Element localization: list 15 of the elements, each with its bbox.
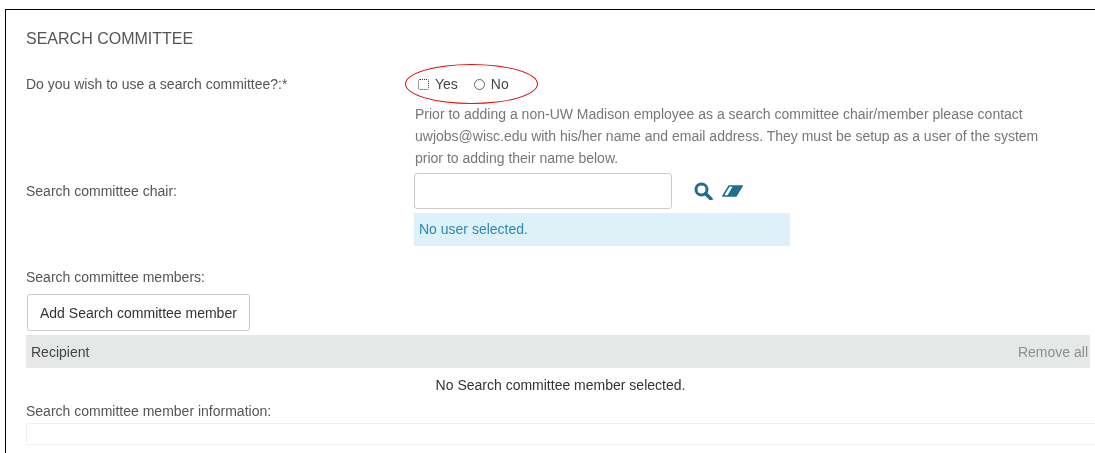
field-label: Search committee chair:	[26, 182, 178, 201]
field-label: Search committee members:	[26, 269, 206, 285]
status-message: No user selected.	[414, 213, 790, 246]
help-text: Prior to adding a non-UW Madison employee as a search committee chair/member please contact uwjobs@wisc.edu with his/her name and email address. They must be setup as a user of the system prior to adding their name below.	[414, 105, 1040, 168]
empty-message: No Search committee member selected.	[434, 377, 687, 393]
radio-option[interactable]: No	[473, 76, 509, 92]
column-header: Recipient	[31, 343, 90, 360]
field-label: Search committee member information:	[26, 403, 273, 419]
field-label: Do you wish to use a search committee?:*	[26, 75, 289, 94]
add-member-button[interactable]: Add Search committee member	[27, 294, 250, 331]
search-icon[interactable]	[694, 182, 714, 200]
radio-option[interactable]: Yes	[418, 76, 458, 92]
section-title: SEARCH COMMITTEE	[26, 30, 195, 49]
eraser-icon[interactable]	[722, 185, 743, 197]
user-field[interactable]	[414, 173, 672, 209]
